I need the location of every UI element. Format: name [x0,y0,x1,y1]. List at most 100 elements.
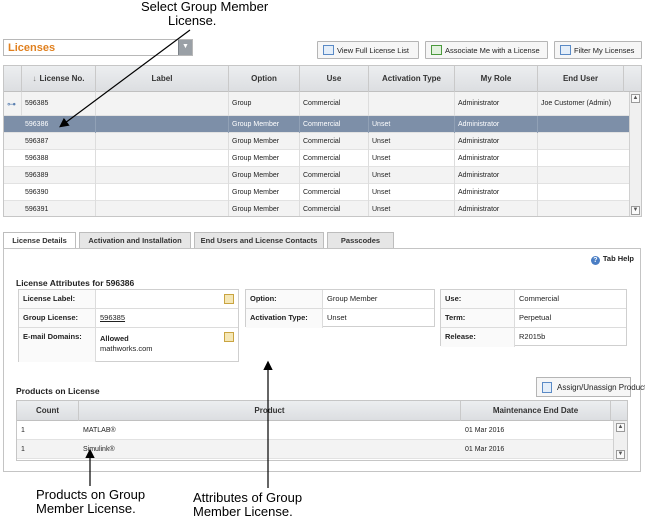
cell-option: Group Member [229,201,300,216]
license-label-value[interactable] [96,290,100,308]
cell-my-role: Administrator [455,150,538,167]
cell-option: Group Member [229,184,300,201]
header-activation-type[interactable]: Activation Type [369,66,455,92]
cell-license-no: 596390 [22,184,96,201]
products-grid-header: Count Product Maintenance End Date [17,401,627,421]
license-selector[interactable]: Licenses ▼ [3,39,193,56]
attr-row-license-label: License Label: [19,290,238,309]
cell-use: Commercial [300,133,369,150]
attr-row-term: Term: Perpetual [441,309,626,328]
cell-my-role: Administrator [455,92,538,116]
table-row[interactable]: 596390 Group Member Commercial Unset Adminis… [4,184,631,201]
attributes-box-left: License Label: Group License: 596385 E-m… [18,289,239,362]
cell-use: Commercial [300,150,369,167]
filter-my-licenses-button[interactable]: Filter My Licenses [554,41,642,59]
attr-row-activation-type: Activation Type: Unset [246,309,434,328]
products-title: Products on License [16,386,100,396]
tab-help-link[interactable]: ? Tab Help [590,254,634,265]
cell-my-role: Administrator [455,133,538,150]
products-scrollbar[interactable]: ▲ ▼ [613,421,627,460]
list-icon [323,45,334,55]
table-row[interactable]: 596391 Group Member Commercial Unset Adminis… [4,201,631,216]
header-count[interactable]: Count [17,401,79,421]
header-option[interactable]: Option [229,66,300,92]
cell-count: 1 [21,427,25,434]
table-row[interactable]: ⊶ 596385 Group Commercial Administrator Joe C… [4,92,631,116]
attr-row-use: Use: Commercial [441,290,626,309]
cell-count: 1 [21,446,25,453]
scroll-up-icon[interactable]: ▲ [631,94,640,103]
cell-label [96,116,229,133]
header-end-user[interactable]: End User [538,66,624,92]
header-icon-col [4,66,22,92]
cell-label [96,167,229,184]
scroll-up-icon[interactable]: ▲ [616,423,625,432]
table-row[interactable]: 596388 Group Member Commercial Unset Adminis… [4,150,631,167]
help-icon: ? [590,256,600,265]
cell-activation-type: Unset [369,201,455,216]
cell-my-role: Administrator [455,167,538,184]
attributes-box-middle: Option: Group Member Activation Type: Un… [245,289,435,328]
scroll-down-icon[interactable]: ▼ [631,206,640,215]
cell-maintenance-end: 01 Mar 2016 [465,427,505,434]
header-my-role[interactable]: My Role [455,66,538,92]
callout-attributes-group-member: Attributes of Group Member License. [193,490,303,518]
cell-use: Commercial [300,116,369,133]
sort-arrow-icon: ↓ [32,74,37,83]
attr-row-email-domains: E-mail Domains: Allowed mathworks.com [19,328,238,362]
tab-activation-installation[interactable]: Activation and Installation [79,232,191,249]
header-use[interactable]: Use [300,66,369,92]
cell-option: Group Member [229,150,300,167]
cell-my-role: Administrator [455,184,538,201]
group-license-link[interactable]: 596385 [96,309,125,327]
cell-activation-type: Unset [369,150,455,167]
edit-icon[interactable] [224,294,234,304]
cell-activation-type: Unset [369,133,455,150]
cell-option: Group [229,92,300,116]
tab-end-users-contacts[interactable]: End Users and License Contacts [194,232,324,249]
view-full-license-list-button[interactable]: View Full License List [317,41,419,59]
table-row[interactable]: 596389 Group Member Commercial Unset Adminis… [4,167,631,184]
cell-activation-type: Unset [369,167,455,184]
cell-label [96,150,229,167]
table-row[interactable]: 596387 Group Member Commercial Unset Adminis… [4,133,631,150]
license-attributes-title: License Attributes for 596386 [16,278,135,288]
callout-products-group-member: Products on Group Member License. [36,487,146,516]
grid-scrollbar[interactable]: ▲ ▼ [629,92,641,216]
header-product[interactable]: Product [79,401,461,421]
header-license-no[interactable]: ↓ License No. [22,66,96,92]
cell-license-no: 596386 [22,116,96,133]
table-row[interactable]: 1 Simulink® 01 Mar 2016 [17,440,613,459]
license-grid-header: ↓ License No. Label Option Use Activation… [4,66,641,92]
scroll-down-icon[interactable]: ▼ [616,450,625,459]
cell-product: Simulink® [83,446,115,453]
cell-end-user: Joe Customer (Admin) [538,92,631,116]
attributes-box-right: Use: Commercial Term: Perpetual Release:… [440,289,627,347]
header-maintenance-end[interactable]: Maintenance End Date [461,401,611,421]
attr-row-group-license: Group License: 596385 [19,309,238,328]
assign-unassign-products-button[interactable]: Assign/Unassign Products [536,377,645,397]
cell-end-user [538,116,631,133]
table-row[interactable]: 1 MATLAB® 01 Mar 2016 [17,421,613,440]
associate-me-button[interactable]: Associate Me with a License [425,41,548,59]
cell-end-user [538,133,631,150]
cell-label [96,184,229,201]
cell-label [96,133,229,150]
cell-activation-type: Unset [369,184,455,201]
cell-product: MATLAB® [83,427,116,434]
tab-passcodes[interactable]: Passcodes [327,232,394,249]
attr-row-option: Option: Group Member [246,290,434,309]
cell-activation-type: Unset [369,116,455,133]
cell-use: Commercial [300,92,369,116]
table-row-selected[interactable]: 596386 Group Member Commercial Unset Adminis… [4,116,631,133]
products-grid: Count Product Maintenance End Date 1 MATL… [16,400,628,461]
chevron-down-icon[interactable]: ▼ [178,40,192,55]
license-selector-value: Licenses [8,42,56,54]
edit-icon[interactable] [224,332,234,342]
cell-use: Commercial [300,201,369,216]
cell-license-no: 596389 [22,167,96,184]
cell-license-no: 596391 [22,201,96,216]
header-label[interactable]: Label [96,66,229,92]
cell-end-user [538,201,631,216]
callout-select-group-member: Select Group Member License. [141,0,268,28]
